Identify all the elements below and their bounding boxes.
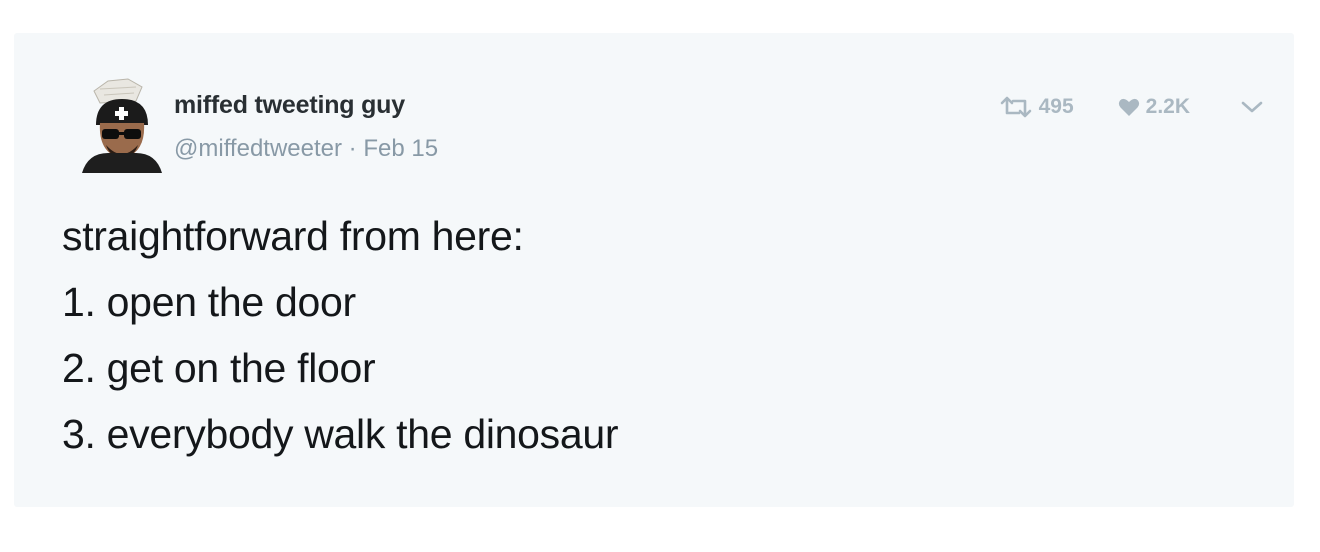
avatar[interactable] <box>78 77 162 173</box>
handle-line: @miffedtweeter · Feb 15 <box>174 135 438 163</box>
tweet-card[interactable]: miffed tweeting guy @miffedtweeter · Feb… <box>14 33 1294 507</box>
tweet-actions: 495 2.2K <box>999 93 1264 121</box>
retweet-icon <box>999 96 1033 118</box>
tweet-line: straightforward from here: <box>62 213 524 259</box>
avatar-icon <box>82 78 162 173</box>
tweet-text: straightforward from here: 1. open the d… <box>62 203 619 467</box>
tweet-line: 1. open the door <box>62 279 356 325</box>
user-handle[interactable]: @miffedtweeter <box>174 135 342 162</box>
chevron-down-icon <box>1240 99 1264 115</box>
more-menu-button[interactable] <box>1240 99 1264 115</box>
retweet-count: 495 <box>1038 95 1074 118</box>
tweet-line: 3. everybody walk the dinosaur <box>62 411 619 457</box>
display-name[interactable]: miffed tweeting guy <box>174 91 405 120</box>
tweet-line: 2. get on the floor <box>62 345 376 391</box>
tweet-date[interactable]: Feb 15 <box>363 135 438 162</box>
separator-dot: · <box>348 135 357 162</box>
retweet-button[interactable]: 495 <box>999 95 1074 119</box>
heart-icon <box>1118 97 1140 117</box>
like-button[interactable]: 2.2K <box>1118 95 1190 119</box>
like-count: 2.2K <box>1145 95 1190 118</box>
